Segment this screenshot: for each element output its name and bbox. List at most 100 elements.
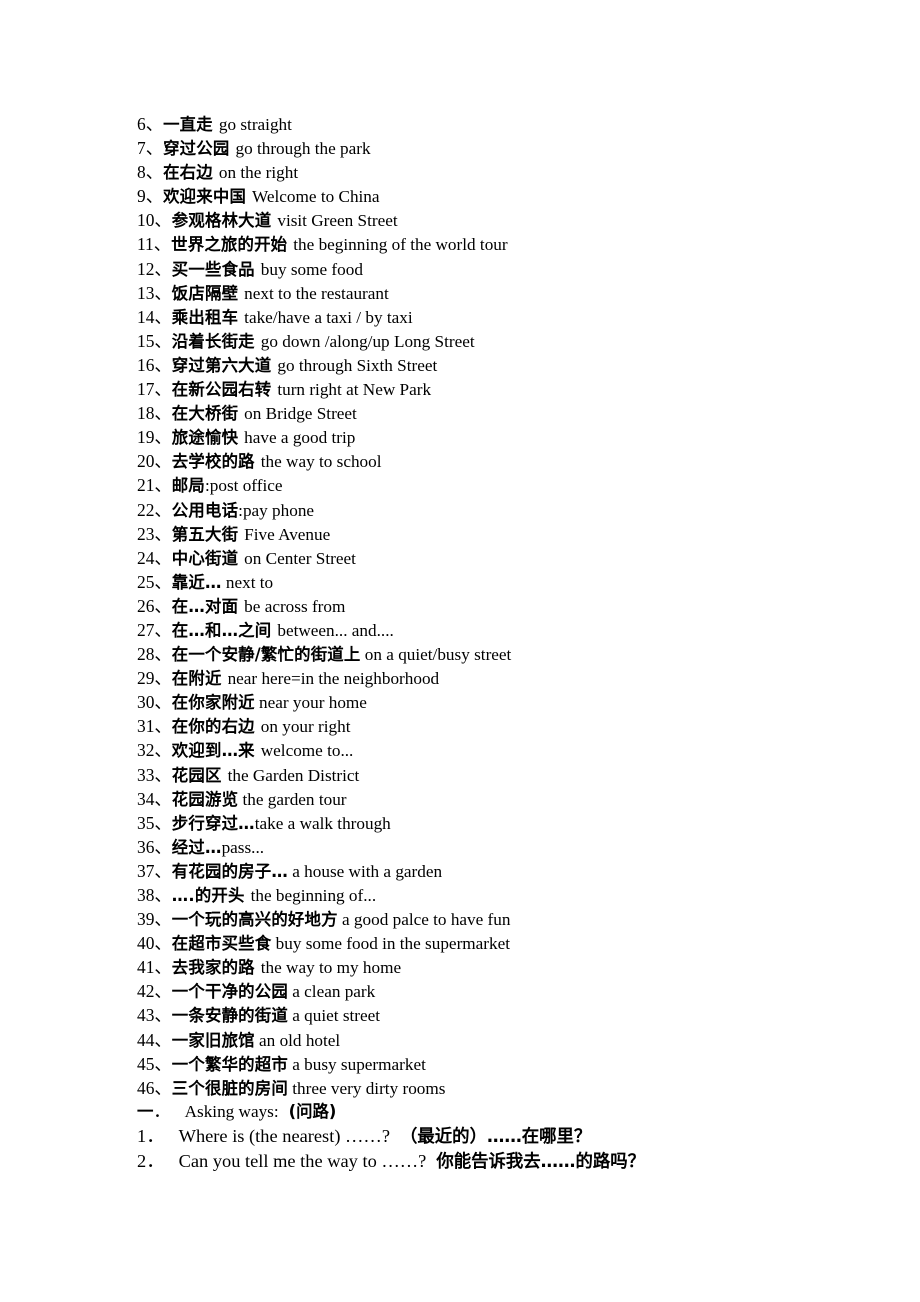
vocab-english: go down /along/up Long Street [260,331,475,351]
vocab-number: 44、 [137,1029,172,1050]
vocab-chinese: 在…对面 [171,596,239,616]
vocab-chinese: 在…和…之间 [171,620,272,640]
vocab-english: take/have a taxi / by taxi [244,307,413,327]
vocab-entry: 14、乘出租车 take/have a taxi / by taxi [137,305,877,329]
vocab-english: pass... [221,837,265,857]
vocab-chinese: 在右边 [163,163,213,183]
vocab-entry: 15、沿着长街走 go down /along/up Long Street [137,329,877,353]
vocab-chinese: 饭店隔壁 [171,283,239,303]
vocab-number: 19、 [137,427,172,448]
vocab-entry: 39、一个玩的高兴的好地方 a good palce to have fun [137,907,877,931]
vocab-chinese: 在新公园右转 [171,380,272,400]
vocab-chinese: 在你的右边 [171,717,255,737]
vocab-number: 33、 [137,764,172,785]
vocab-english: the Garden District [227,765,360,785]
vocab-english: on your right [260,717,351,737]
vocab-number: 23、 [137,523,172,544]
vocab-entry: 12、买一些食品 buy some food [137,257,877,281]
vocab-english: near your home [254,693,367,713]
vocab-number: 30、 [137,692,172,713]
question-chinese: （最近的）……在哪里？ [400,1126,592,1147]
vocab-entry: 11、世界之旅的开始 the beginning of the world tou… [137,232,877,256]
vocab-english: go through the park [235,139,371,159]
asking-ways-section: 一． Asking ways: (问路) 1． Where is (the neare… [137,1100,877,1175]
vocab-chinese: 有花园的房子… [171,861,288,881]
vocab-english: between... and.... [277,620,394,640]
vocab-number: 13、 [137,282,172,303]
vocab-english: the way to my home [260,958,402,978]
question-chinese: 你能告诉我去……的路吗？ [436,1152,646,1173]
vocab-chinese: 旅途愉快 [171,428,239,448]
vocab-english: on Center Street [244,548,356,568]
vocab-chinese: 公用电话 [171,500,239,520]
vocab-english: a house with a garden [287,861,443,881]
vocab-entry: 16、穿过第六大道 go through Sixth Street [137,353,877,377]
vocab-entry: 34、花园游览 the garden tour [137,787,877,811]
vocab-chinese: 三个很脏的房间 [171,1078,288,1098]
vocab-chinese: 在一个安静/繁忙的街道上 [171,645,361,665]
vocab-number: 25、 [137,571,172,592]
vocab-english: buy some food [260,259,363,279]
vocab-english: next to [221,572,274,592]
section-title-en: Asking ways: [184,1101,279,1121]
vocab-number: 15、 [137,330,172,351]
vocab-entry: 19、旅途愉快 have a good trip [137,425,877,449]
vocab-number: 27、 [137,619,172,640]
question-number: 2． [137,1151,165,1172]
vocab-entry: 42、一个干净的公园 a clean park [137,979,877,1003]
vocab-english: on the right [218,163,299,183]
vocab-english: go through Sixth Street [277,355,438,375]
vocab-entry: 24、中心街道 on Center Street [137,546,877,570]
vocab-chinese: 在你家附近 [171,693,255,713]
vocab-chinese: 中心街道 [171,548,239,568]
vocab-number: 38、 [137,885,172,905]
vocab-chinese: 穿过公园 [163,139,230,159]
vocab-number: 8、 [137,162,164,183]
vocab-english: a good palce to have fun [337,910,511,930]
vocab-entry: 9、欢迎来中国 Welcome to China [137,184,877,208]
question-entry: 2． Can you tell me the way to ……? 你能告诉我去……… [137,1149,877,1175]
vocab-number: 35、 [137,812,172,833]
vocab-english: turn right at New Park [277,380,432,400]
vocab-entry: 26、在…对面 be across from [137,594,877,618]
vocab-english: visit Green Street [277,211,398,231]
vocab-chinese: 第五大街 [171,524,239,544]
vocab-chinese: 一个玩的高兴的好地方 [171,910,338,930]
vocab-english: an old hotel [254,1030,341,1050]
vocab-chinese: 在附近 [171,669,222,689]
question-english: Can you tell me the way to ……? [178,1151,427,1172]
vocab-chinese: 去学校的路 [171,452,255,472]
vocab-chinese: 经过… [171,837,222,857]
vocab-number: 21、 [137,475,172,496]
vocab-chinese: 在超市买些食 [171,934,272,954]
vocab-chinese: 买一些食品 [171,259,255,279]
vocab-entry: 21、邮局:post office [137,473,877,497]
vocab-chinese: 去我家的路 [171,958,255,978]
vocab-chinese: ….的开头 [171,886,245,905]
vocab-number: 32、 [137,740,172,761]
vocab-english: a busy supermarket [287,1054,426,1074]
vocab-number: 40、 [137,933,172,954]
section-marker-dot: ． [153,1101,171,1121]
vocab-entry: 38、….的开头 the beginning of... [137,883,877,907]
vocab-entry: 20、去学校的路 the way to school [137,449,877,473]
vocab-chinese: 一条安静的街道 [171,1006,288,1026]
section-marker: 一 [137,1101,154,1121]
vocab-english: a clean park [287,982,376,1002]
vocab-number: 41、 [137,957,172,978]
vocab-english: :pay phone [238,500,315,520]
vocab-english: next to the restaurant [244,283,389,303]
question-entry: 1． Where is (the nearest) ……? （最近的）……在哪里？ [137,1124,877,1150]
section-title-cn: (问路) [288,1101,337,1121]
vocab-english: on a quiet/busy street [360,645,512,665]
vocab-english: the garden tour [238,789,347,809]
vocab-chinese: 沿着长街走 [171,331,255,351]
vocab-number: 29、 [137,668,172,689]
vocab-english: welcome to... [260,741,354,761]
vocab-english: a quiet street [287,1006,381,1026]
vocab-english: buy some food in the supermarket [271,934,511,954]
vocab-chinese: 花园游览 [171,789,239,809]
vocab-entry: 43、一条安静的街道 a quiet street [137,1003,877,1027]
vocab-chinese: 邮局 [171,476,205,496]
vocab-number: 34、 [137,788,172,809]
